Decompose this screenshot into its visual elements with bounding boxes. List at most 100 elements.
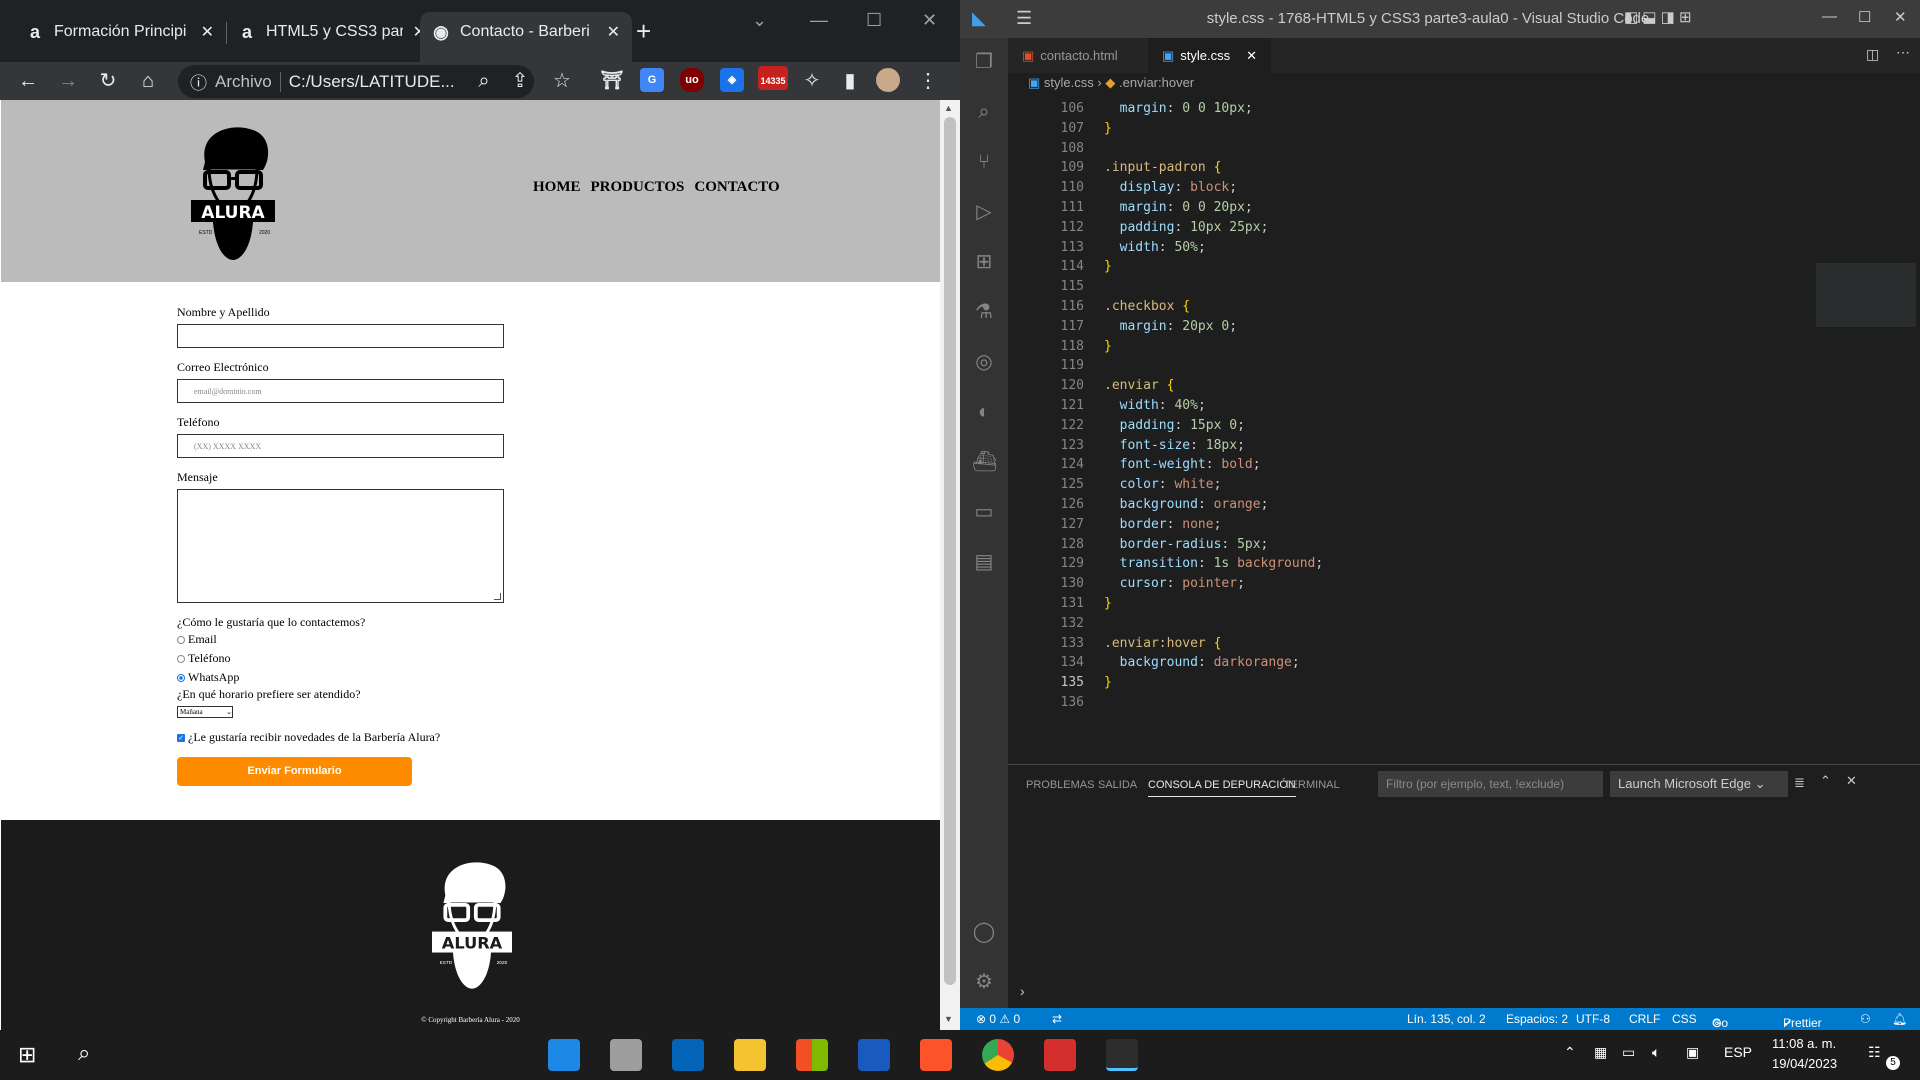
battery-icon[interactable]: ▭ (1622, 1044, 1635, 1061)
zoom-icon[interactable]: ⌕ (470, 66, 498, 96)
debug-filter-input[interactable]: Filtro (por ejemplo, text, !exclude) (1378, 771, 1603, 797)
chrome-icon[interactable] (982, 1039, 1014, 1071)
code-line[interactable]: transition: 1s background; (1104, 554, 1324, 574)
ublock-extension-icon[interactable]: uo (680, 68, 704, 92)
cursor-position[interactable]: Lín. 135, col. 2 (1407, 1012, 1486, 1026)
tray-app-icon[interactable]: ▦ (1594, 1044, 1607, 1061)
code-line[interactable]: margin: 0 0 20px; (1104, 198, 1253, 218)
browser-tab-3-active[interactable]: ◉ Contacto - Barberi ✕ (420, 12, 632, 62)
close-window-icon[interactable]: ✕ (922, 10, 937, 31)
extensions-icon[interactable]: ⊞ (972, 250, 996, 274)
code-line[interactable]: margin: 20px 0; (1104, 317, 1237, 337)
minimize-icon[interactable]: — (810, 10, 828, 31)
split-editor-icon[interactable]: ◫ (1866, 46, 1879, 63)
scrollbar-thumb[interactable] (944, 117, 956, 985)
run-debug-icon[interactable]: ▷ (972, 200, 996, 224)
outlook-icon[interactable] (672, 1039, 704, 1071)
browser-tab-1[interactable]: a Formación Principi ✕ (14, 12, 226, 52)
new-tab-plus-icon[interactable]: + (636, 18, 651, 44)
hamburger-menu-icon[interactable]: ☰ (1016, 8, 1032, 29)
share-icon[interactable]: ⇪ (506, 66, 534, 96)
schedule-select[interactable]: Mañana ⌄ (177, 706, 233, 718)
code-line[interactable]: border-radius: 5px; (1104, 535, 1269, 555)
problems-count[interactable]: ⊗ 0 ⚠ 0 (976, 1012, 1020, 1026)
tray-chevron-up-icon[interactable]: ⌃ (1564, 1044, 1576, 1061)
store-app-icon[interactable] (548, 1039, 580, 1071)
volume-icon[interactable]: 🔈︎ (1652, 1044, 1660, 1061)
scroll-up-arrow-icon[interactable]: ▲ (944, 103, 953, 113)
radio-button[interactable] (177, 635, 185, 644)
code-line[interactable]: padding: 10px 25px; (1104, 218, 1269, 238)
code-line[interactable]: } (1104, 119, 1112, 139)
notifications-icon[interactable]: ☷ (1868, 1044, 1881, 1061)
nav-contacto-link[interactable]: CONTACTO (694, 179, 779, 196)
extensions-puzzle-icon[interactable]: ✧ (798, 66, 826, 96)
clock-time[interactable]: 11:08 a. m. (1772, 1036, 1836, 1051)
code-line[interactable]: color: white; (1104, 475, 1222, 495)
code-line[interactable]: width: 40%; (1104, 396, 1206, 416)
git-graph-icon[interactable]: ◎ (972, 350, 996, 374)
minimap[interactable] (1816, 99, 1916, 379)
radio-telefono[interactable]: Teléfono (177, 649, 504, 668)
close-tab-icon[interactable]: ✕ (607, 22, 620, 42)
language-mode[interactable]: CSS (1672, 1012, 1697, 1026)
code-line[interactable]: cursor: pointer; (1104, 574, 1245, 594)
windows-start-icon[interactable]: ⊞ (18, 1042, 36, 1068)
remote-desktop-icon[interactable] (610, 1039, 642, 1071)
code-line[interactable]: display: block; (1104, 178, 1237, 198)
code-line[interactable]: .enviar:hover { (1104, 634, 1221, 654)
explorer-icon[interactable]: ❐ (972, 50, 996, 74)
nav-productos-link[interactable]: PRODUCTOS (591, 179, 685, 196)
code-line[interactable]: } (1104, 594, 1112, 614)
account-icon[interactable]: ◯ (972, 920, 996, 944)
side-panel-icon[interactable]: ▮ (836, 66, 864, 96)
indentation[interactable]: Espacios: 2 (1506, 1012, 1568, 1026)
mail-extension-badge[interactable]: 14335 (758, 66, 788, 90)
live-share-icon[interactable]: ⇄ (1052, 1012, 1062, 1026)
bookmark-star-icon[interactable]: ☆ (548, 66, 576, 96)
browser-tab-2[interactable]: a HTML5 y CSS3 par ✕ (226, 12, 438, 52)
close-tab-icon[interactable]: ✕ (201, 22, 214, 42)
translate-extension-icon[interactable]: G (640, 68, 664, 92)
reload-icon[interactable]: ↻ (94, 66, 122, 96)
tab-problemas[interactable]: PROBLEMAS (1026, 779, 1094, 791)
name-input[interactable] (177, 324, 504, 348)
code-line[interactable]: background: orange; (1104, 495, 1269, 515)
code-line[interactable]: background: darkorange; (1104, 653, 1300, 673)
tab-consola-depuracion[interactable]: CONSOLA DE DEPURACIÓN (1148, 779, 1296, 797)
tab-style-css[interactable]: ▣ style.css ✕ (1148, 38, 1272, 73)
newsletter-checkbox-row[interactable]: ✓ ¿Le gustaría recibir novedades de la Ba… (177, 730, 504, 745)
code-line[interactable]: margin: 0 0 10px; (1104, 99, 1253, 119)
tab-search-chevron-icon[interactable]: ⌄ (752, 10, 767, 31)
tab-terminal[interactable]: TERMINAL (1284, 779, 1340, 791)
code-line[interactable]: border: none; (1104, 515, 1222, 535)
nav-home-link[interactable]: HOME (533, 179, 581, 196)
code-line[interactable]: width: 50%; (1104, 238, 1206, 258)
tab-salida[interactable]: SALIDA (1098, 779, 1137, 791)
settings-gear-icon[interactable]: ⚙ (972, 970, 996, 994)
folder-icon[interactable]: ▭ (972, 500, 996, 524)
code-line[interactable]: font-size: 18px; (1104, 436, 1245, 456)
code-line[interactable]: font-weight: bold; (1104, 455, 1261, 475)
edge-tools-icon[interactable]: ◐ (972, 400, 996, 424)
acrobat-icon[interactable] (1044, 1039, 1076, 1071)
breadcrumb-symbol[interactable]: .enviar:hover (1119, 75, 1194, 90)
breadcrumb-file[interactable]: style.css (1044, 75, 1094, 90)
scroll-down-arrow-icon[interactable]: ▼ (944, 1014, 953, 1024)
clear-console-icon[interactable]: ≣ (1794, 775, 1805, 791)
input-language[interactable]: ESP (1724, 1044, 1752, 1060)
code-line[interactable]: padding: 15px 0; (1104, 416, 1245, 436)
close-window-icon[interactable]: ✕ (1894, 8, 1907, 26)
search-icon[interactable]: ⌕ (78, 1040, 90, 1066)
code-line[interactable]: } (1104, 673, 1112, 693)
message-textarea[interactable] (177, 489, 504, 603)
profile-avatar[interactable] (876, 68, 900, 92)
home-icon[interactable]: ⌂ (134, 66, 162, 96)
submit-button[interactable]: Enviar Formulario (177, 757, 412, 786)
accounts-icon[interactable]: ⚇ (1860, 1012, 1871, 1026)
code-line[interactable]: .checkbox { (1104, 297, 1190, 317)
tab-contacto-html[interactable]: ▣ contacto.html (1008, 38, 1132, 73)
terminal-icon[interactable]: ▤ (972, 550, 996, 574)
layout-toggle-icon[interactable]: ◧ ⬓ ◨ ⊞ (1624, 8, 1692, 26)
radio-button-selected[interactable] (177, 673, 185, 682)
